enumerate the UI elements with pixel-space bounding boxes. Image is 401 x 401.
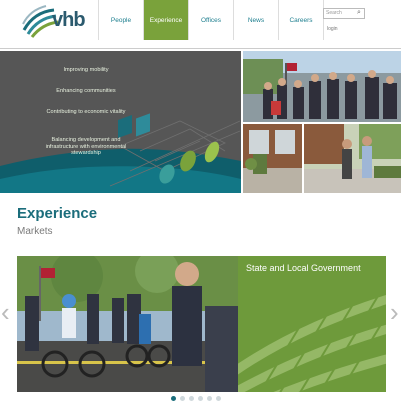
hero-line-4: Balancing development and infrastructure…	[45, 137, 127, 157]
search-icon[interactable]: ⌕	[357, 9, 361, 17]
login-link[interactable]: login	[327, 26, 338, 32]
hero-banner: Improving mobility Enhancing communities…	[0, 51, 241, 193]
carousel-next-icon[interactable]: ›	[390, 297, 399, 328]
section-title: Experience	[17, 205, 98, 222]
carousel-dot[interactable]	[216, 396, 221, 401]
section-subtitle: Markets	[17, 226, 53, 237]
hero-line-1: Improving mobility	[63, 67, 109, 73]
nav-offices[interactable]: Offices	[189, 0, 234, 40]
carousel-prev-icon[interactable]: ‹	[1, 297, 10, 328]
hero-line-3: Contributing to economic vitality	[46, 109, 126, 115]
street-walk-photo	[304, 124, 401, 193]
nav-experience[interactable]: Experience	[144, 0, 189, 40]
hero-line-2: Enhancing communities	[56, 88, 116, 94]
site-header: vhb People Experience Offices News Caree…	[0, 0, 401, 48]
nav-news[interactable]: News	[234, 0, 279, 40]
slide-graphic	[238, 295, 386, 392]
carousel-dot[interactable]	[198, 396, 203, 401]
header-divider	[0, 48, 401, 49]
logo-text: vhb	[52, 9, 86, 31]
nav-people[interactable]: People	[98, 0, 144, 40]
nav-careers[interactable]: Careers	[279, 0, 324, 40]
storefront-photo	[243, 124, 302, 193]
slide-title: State and Local Government	[246, 263, 361, 273]
main-nav: People Experience Offices News Careers	[98, 0, 324, 40]
carousel-dot[interactable]	[171, 396, 176, 401]
carousel-dot[interactable]	[189, 396, 194, 401]
carousel-dots	[171, 396, 221, 401]
slide-panel[interactable]	[238, 256, 386, 392]
carousel-dot[interactable]	[180, 396, 185, 401]
carousel-dot[interactable]	[207, 396, 212, 401]
ceremony-photo	[243, 51, 401, 122]
slide-photo	[17, 256, 238, 392]
